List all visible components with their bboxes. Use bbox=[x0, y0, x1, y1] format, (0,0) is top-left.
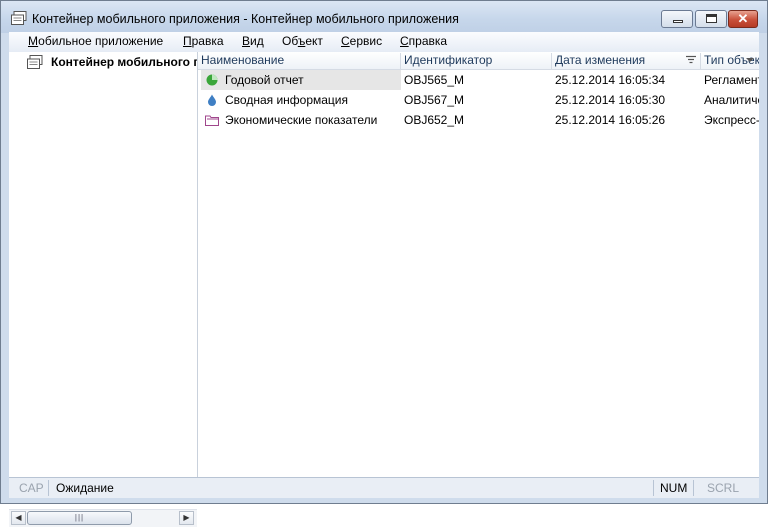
tree-pane: Контейнер мобильного приложения ◀ ||| ▶ bbox=[9, 52, 198, 527]
row-date: 25.12.2014 16:05:34 bbox=[555, 73, 666, 87]
menu-service[interactable]: Сервис bbox=[341, 34, 382, 48]
menu-help[interactable]: Справка bbox=[400, 34, 447, 48]
chevron-down-icon[interactable] bbox=[746, 58, 754, 62]
pie-chart-icon bbox=[206, 74, 218, 86]
scroll-thumb[interactable]: ||| bbox=[27, 511, 132, 525]
status-divider bbox=[48, 480, 49, 496]
maximize-button[interactable] bbox=[695, 10, 727, 28]
row-name: Сводная информация bbox=[225, 93, 348, 107]
filter-icon[interactable] bbox=[686, 55, 696, 65]
status-scrl: SCRL bbox=[707, 481, 740, 495]
table-row[interactable]: Сводная информация OBJ567_M 25.12.2014 1… bbox=[198, 90, 759, 110]
column-header-date[interactable]: Дата изменения bbox=[552, 53, 701, 69]
tree-node-label: Контейнер мобильного приложения bbox=[51, 55, 197, 69]
container-icon bbox=[27, 55, 43, 69]
row-date: 25.12.2014 16:05:30 bbox=[555, 93, 666, 107]
row-date: 25.12.2014 16:05:26 bbox=[555, 113, 666, 127]
status-cap: CAP bbox=[19, 481, 44, 495]
minimize-icon bbox=[673, 20, 683, 23]
row-type: Регламентный отчет bbox=[704, 73, 759, 87]
status-num: NUM bbox=[660, 481, 688, 495]
table-row[interactable]: Экономические показатели OBJ652_M 25.12.… bbox=[198, 110, 759, 130]
scroll-right-icon[interactable]: ▶ bbox=[179, 511, 194, 525]
menu-object[interactable]: Объект bbox=[282, 34, 323, 48]
row-name-cell: Сводная информация bbox=[201, 90, 401, 110]
menu-bar: Мобильное приложение Правка Вид Объект С… bbox=[9, 32, 759, 53]
row-type: Экспресс-отчет bbox=[704, 113, 759, 127]
row-name-cell: Годовой отчет bbox=[201, 70, 401, 90]
window-title: Контейнер мобильного приложения - Контей… bbox=[32, 12, 459, 26]
close-icon: ✕ bbox=[737, 11, 749, 26]
title-bar[interactable]: Контейнер мобильного приложения - Контей… bbox=[1, 1, 767, 33]
menu-edit[interactable]: Правка bbox=[183, 34, 224, 48]
status-divider bbox=[693, 480, 694, 496]
minimize-button[interactable] bbox=[661, 10, 693, 28]
column-header-name[interactable]: Наименование bbox=[198, 53, 401, 69]
object-list-pane: Наименование Идентификатор Дата изменени… bbox=[198, 52, 759, 477]
main-window: Контейнер мобильного приложения - Контей… bbox=[0, 0, 768, 527]
row-name: Экономические показатели bbox=[225, 113, 378, 127]
status-divider bbox=[653, 480, 654, 496]
status-message: Ожидание bbox=[56, 481, 114, 495]
scroll-left-icon[interactable]: ◀ bbox=[11, 511, 26, 525]
row-id: OBJ652_M bbox=[404, 113, 465, 127]
drop-icon bbox=[208, 94, 216, 106]
maximize-icon bbox=[706, 14, 717, 23]
row-id: OBJ565_M bbox=[404, 73, 465, 87]
menu-view[interactable]: Вид bbox=[242, 34, 264, 48]
row-name: Годовой отчет bbox=[225, 73, 304, 87]
row-type: Аналитическая панель bbox=[704, 93, 759, 107]
row-id: OBJ567_M bbox=[404, 93, 465, 107]
table-row[interactable]: Годовой отчет OBJ565_M 25.12.2014 16:05:… bbox=[198, 70, 759, 90]
column-header-id[interactable]: Идентификатор bbox=[401, 53, 552, 69]
folder-icon bbox=[205, 115, 219, 126]
list-header: Наименование Идентификатор Дата изменени… bbox=[198, 52, 759, 70]
row-name-cell: Экономические показатели bbox=[201, 110, 401, 130]
tree-node-root[interactable]: Контейнер мобильного приложения bbox=[13, 54, 197, 70]
menu-mobile-app[interactable]: Мобильное приложение bbox=[28, 34, 163, 48]
document-container-icon bbox=[11, 11, 27, 25]
close-button[interactable]: ✕ bbox=[728, 10, 758, 28]
status-bar: CAP Ожидание NUM SCRL bbox=[9, 477, 759, 498]
tree-horizontal-scrollbar[interactable]: ◀ ||| ▶ bbox=[9, 509, 197, 527]
